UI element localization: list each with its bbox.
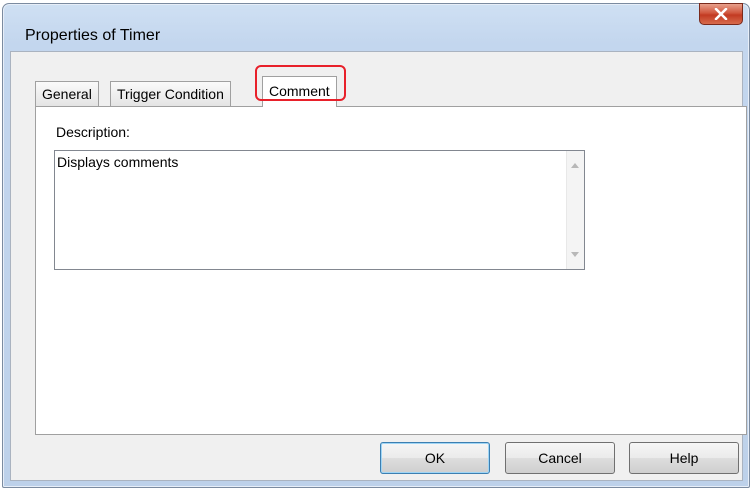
title-bar[interactable]: Properties of Timer [3,3,749,52]
description-text: Displays comments [57,154,179,170]
tab-trigger-condition[interactable]: Trigger Condition [110,81,231,106]
scroll-down-arrow-icon[interactable] [571,252,579,257]
comment-tab-panel: Description: Displays comments [35,106,747,435]
scroll-up-arrow-icon[interactable] [571,163,579,168]
description-textarea[interactable]: Displays comments [54,150,585,270]
properties-dialog: Properties of Timer General Trigger Cond… [2,3,750,488]
cancel-button[interactable]: Cancel [505,442,615,474]
description-scrollbar[interactable] [566,151,584,269]
help-button[interactable]: Help [629,442,739,474]
tab-general[interactable]: General [35,81,99,106]
dialog-client-area: General Trigger Condition Comment Descri… [10,51,747,481]
dialog-title: Properties of Timer [25,27,161,44]
close-icon [714,8,728,20]
close-button[interactable] [699,3,743,25]
description-label: Description: [56,124,130,140]
tab-comment[interactable]: Comment [262,76,337,107]
ok-button[interactable]: OK [380,442,490,474]
